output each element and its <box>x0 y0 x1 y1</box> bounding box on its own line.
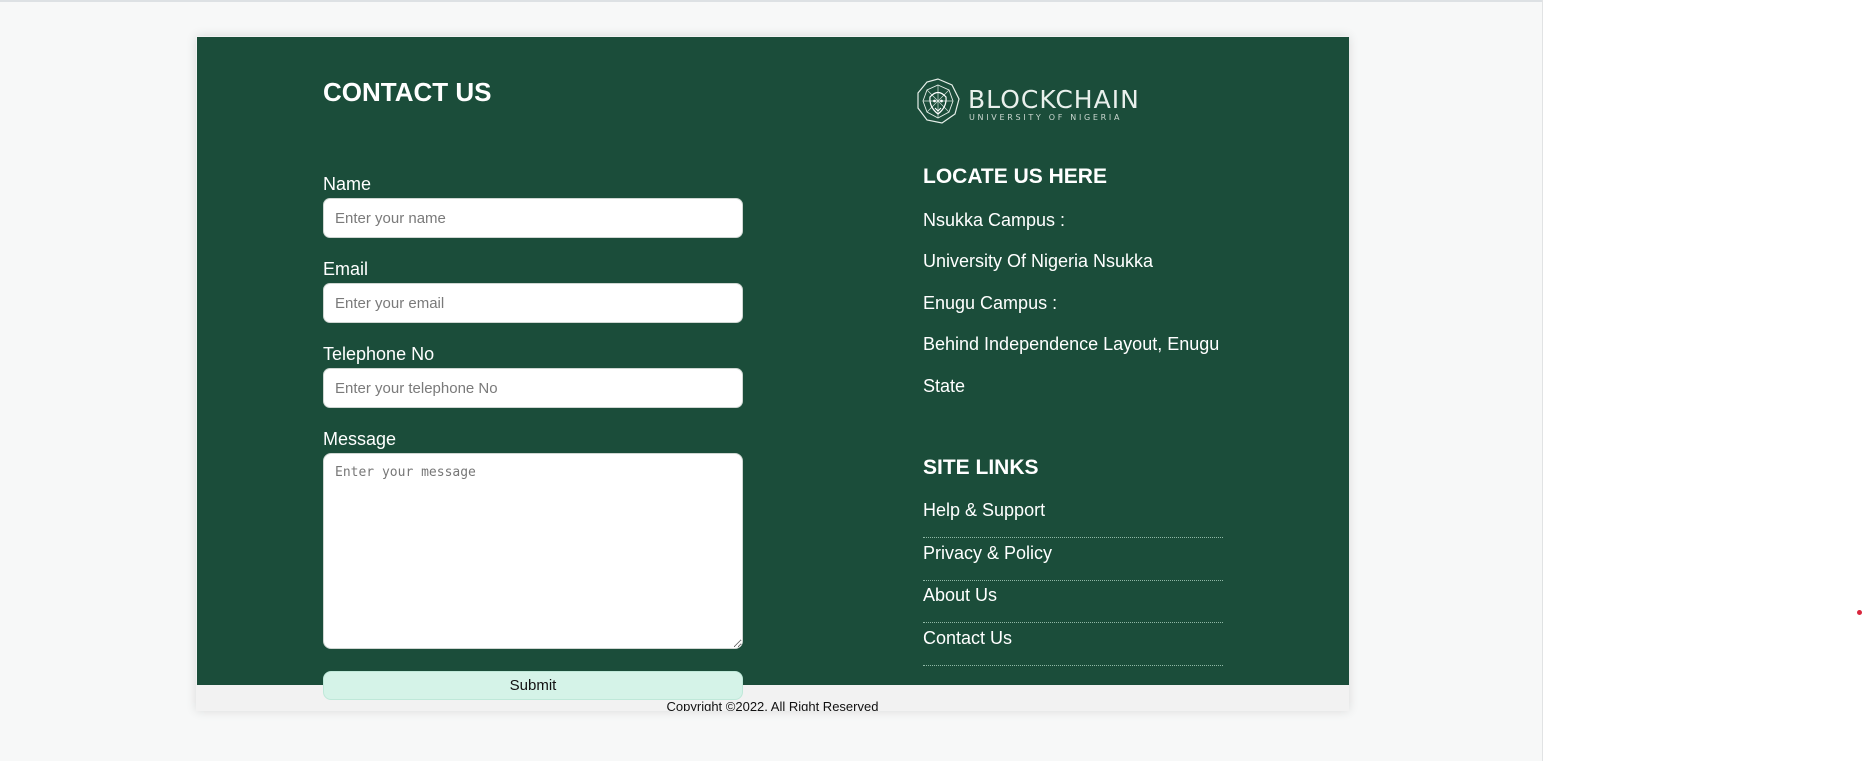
email-label: Email <box>323 259 369 279</box>
contact-us-link[interactable]: Contact Us <box>923 624 1223 666</box>
browser-viewport: CONTACT US Name Email Telephone No Messa… <box>0 0 1543 761</box>
contact-title: CONTACT US <box>323 77 492 107</box>
name-input[interactable] <box>323 198 743 238</box>
message-textarea[interactable] <box>323 453 743 649</box>
address-line: Nsukka Campus : <box>923 210 1066 230</box>
contact-form: CONTACT US Name Email Telephone No Messa… <box>323 77 743 700</box>
address-line: University Of Nigeria Nsukka <box>923 251 1154 271</box>
logo-wordmark: BLOCKCHAIN <box>968 85 1140 114</box>
address-line: Enugu Campus : <box>923 293 1058 313</box>
logo-subtitle: UNIVERSITY OF NIGERIA <box>969 113 1123 122</box>
contact-footer-card: CONTACT US Name Email Telephone No Messa… <box>196 36 1349 711</box>
contact-panel: CONTACT US Name Email Telephone No Messa… <box>197 37 1349 700</box>
copyright-text: Copyright ©2022, All Right Reserved <box>666 699 879 711</box>
submit-button[interactable]: Submit <box>323 671 743 700</box>
about-us-link[interactable]: About Us <box>923 581 1223 623</box>
address-line: Behind Independence Layout, Enugu <box>923 334 1220 354</box>
location-and-links: BLOCKCHAIN UNIVERSITY OF NIGERIA LOCATE … <box>917 37 1233 685</box>
name-label: Name <box>323 174 372 194</box>
telephone-input[interactable] <box>323 368 743 408</box>
help-support-link[interactable]: Help & Support <box>923 496 1223 538</box>
lion-geometric-logo-icon <box>917 78 960 124</box>
status-dot <box>1857 610 1862 615</box>
email-input[interactable] <box>323 283 743 323</box>
telephone-label: Telephone No <box>323 344 435 364</box>
privacy-policy-link[interactable]: Privacy & Policy <box>923 539 1223 581</box>
locate-title: LOCATE US HERE <box>923 165 1107 188</box>
site-links-title: SITE LINKS <box>923 456 1039 479</box>
message-label: Message <box>323 429 397 449</box>
blockchain-logo: BLOCKCHAIN UNIVERSITY OF NIGERIA <box>914 77 1139 125</box>
top-border <box>0 0 1542 2</box>
address-line: State <box>923 376 966 396</box>
